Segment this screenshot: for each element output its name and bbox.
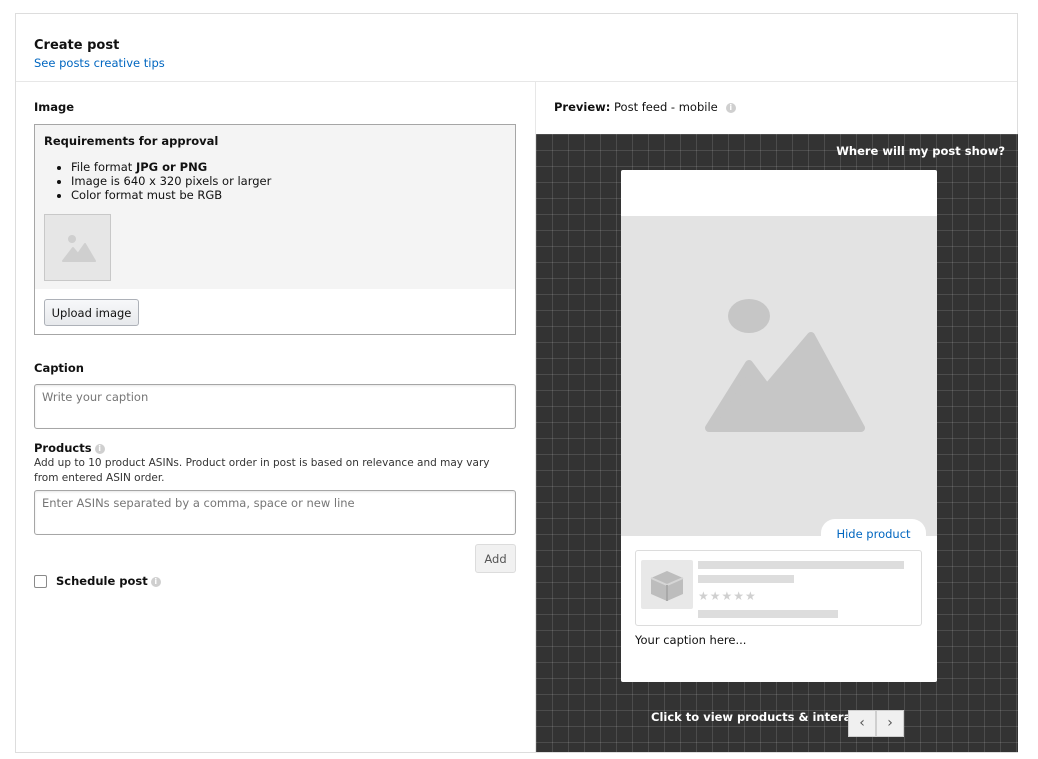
caption-input[interactable] [34,384,516,429]
skeleton-line [698,575,794,583]
requirement-file-format: File format JPG or PNG [71,160,271,174]
where-will-post-show-link[interactable]: Where will my post show? [836,144,1005,158]
products-description: Add up to 10 product ASINs. Product orde… [34,457,490,484]
page-title: Create post [34,38,120,53]
chevron-left-icon[interactable]: ‹ [848,710,876,737]
form-panel: Image Requirements for approval File for… [16,82,535,752]
upload-image-button[interactable]: Upload image [44,299,139,326]
add-asin-button[interactable]: Add [475,544,516,573]
product-card-preview: ★★★★★ [635,550,922,626]
preview-mode: Post feed - mobile [614,100,718,114]
requirements-list: File format JPG or PNG Image is 640 x 32… [71,160,271,202]
image-placeholder-icon [62,235,96,262]
mobile-post-preview: Hide product ★★★★★ Your caption here... [621,170,937,682]
post-image-placeholder [621,216,937,536]
create-post-card: Create post See posts creative tips Imag… [15,13,1018,753]
requirement-bold: JPG or PNG [135,160,208,174]
schedule-label-text: Schedule post [56,574,148,588]
preview-panel: Preview: Post feed - mobile i Where will … [535,82,1018,752]
requirements-title: Requirements for approval [44,134,219,148]
requirement-text: File format [71,160,136,174]
caption-label: Caption [34,361,84,375]
star-rating: ★★★★★ [698,589,757,603]
info-icon[interactable]: i [150,576,161,587]
info-icon[interactable]: i [725,102,736,113]
products-label-text: Products [34,441,92,455]
skeleton-line [698,561,904,569]
asin-input[interactable] [34,490,516,535]
product-box-icon [650,571,684,601]
product-thumbnail [641,560,693,609]
preview-canvas: Where will my post show? Hide product ★★… [536,134,1018,752]
creative-tips-link[interactable]: See posts creative tips [34,56,165,70]
requirement-color: Color format must be RGB [71,188,271,202]
schedule-post-label: Schedule post i [56,574,161,588]
card-header: Create post See posts creative tips [16,14,1017,82]
image-placeholder-thumbnail [44,214,111,281]
preview-label: Preview: [554,100,611,114]
products-label: Products i [34,441,105,455]
schedule-post-checkbox[interactable] [34,575,47,588]
caption-preview: Your caption here... [635,633,747,647]
chevron-right-icon[interactable]: › [876,710,904,737]
requirement-size: Image is 640 x 320 pixels or larger [71,174,271,188]
preview-heading: Preview: Post feed - mobile i [554,100,736,114]
skeleton-line [698,610,838,618]
image-label: Image [34,100,75,114]
large-image-icon [705,299,865,432]
image-upload-box: Requirements for approval File format JP… [34,124,516,335]
info-icon[interactable]: i [94,443,105,454]
hide-product-button[interactable]: Hide product [821,519,926,549]
requirements-panel: Requirements for approval File format JP… [35,125,515,289]
